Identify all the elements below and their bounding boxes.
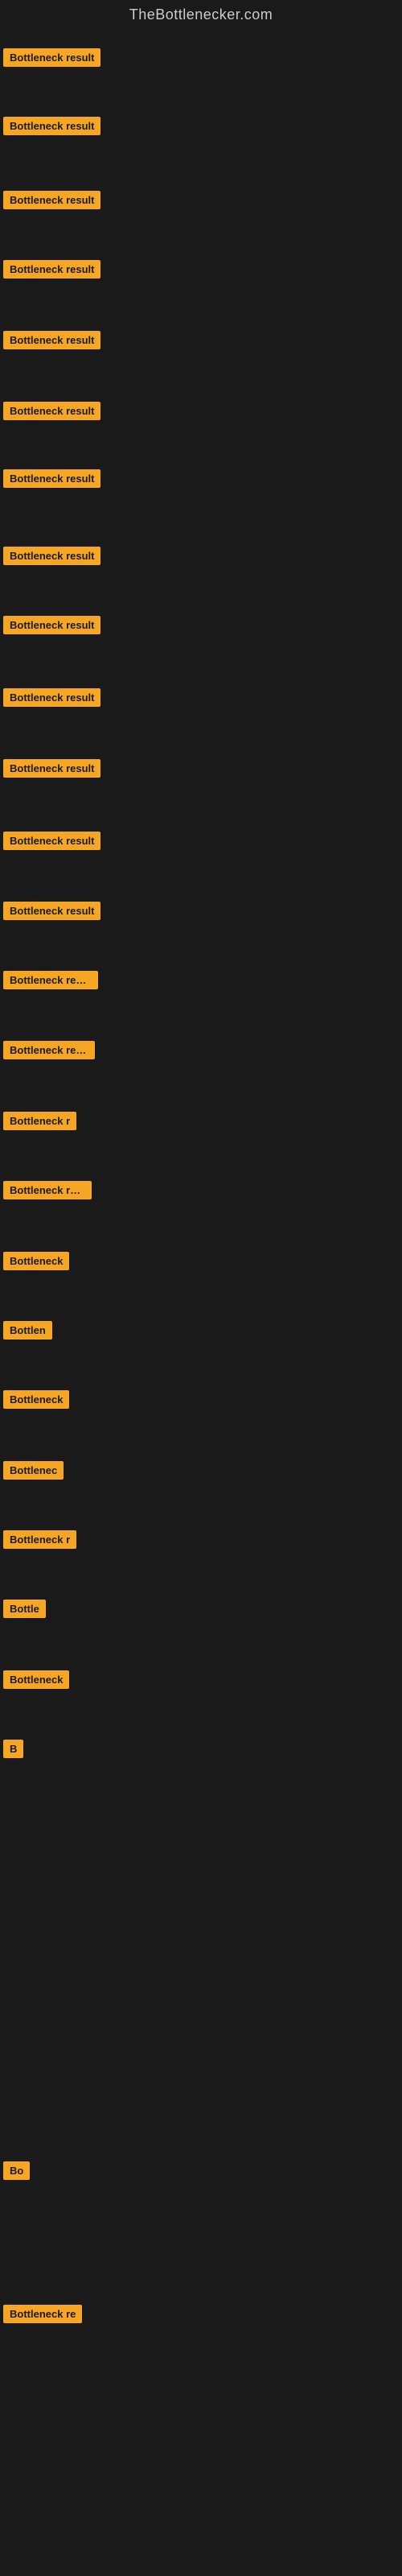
- bottleneck-item: Bottleneck: [3, 1252, 69, 1270]
- bottleneck-item: Bottleneck result: [3, 688, 100, 707]
- bottleneck-label: Bottleneck r: [3, 1530, 76, 1549]
- bottleneck-item: Bottleneck result: [3, 402, 100, 420]
- bottleneck-item: Bottleneck resul: [3, 1041, 95, 1059]
- bottleneck-item: Bottleneck r: [3, 1530, 76, 1549]
- bottleneck-label: Bottleneck result: [3, 191, 100, 209]
- bottleneck-item: Bottleneck result: [3, 759, 100, 778]
- bottleneck-item: Bottleneck result: [3, 469, 100, 488]
- bottleneck-label: Bottleneck result: [3, 688, 100, 707]
- bottleneck-label: Bottleneck result: [3, 832, 100, 850]
- bottleneck-label: Bottleneck result: [3, 117, 100, 135]
- bottleneck-label: Bottleneck result: [3, 902, 100, 920]
- bottleneck-item: B: [3, 1740, 23, 1758]
- bottleneck-label: Bottleneck result: [3, 331, 100, 349]
- bottleneck-label: Bottlenec: [3, 1461, 64, 1480]
- bottleneck-label: Bottleneck result: [3, 971, 98, 989]
- bottleneck-list: Bottleneck result Bottleneck result Bottle…: [0, 27, 402, 2562]
- bottleneck-item: Bottleneck result: [3, 616, 100, 634]
- bottleneck-label: Bottlen: [3, 1321, 52, 1340]
- bottleneck-label: Bottleneck resul: [3, 1041, 95, 1059]
- bottleneck-item: Bottleneck result: [3, 902, 100, 920]
- bottleneck-item: Bottleneck resu: [3, 1181, 92, 1199]
- bottleneck-item: Bottleneck re: [3, 2305, 82, 2323]
- bottleneck-item: Bottle: [3, 1600, 46, 1618]
- bottleneck-label: Bottleneck: [3, 1252, 69, 1270]
- bottleneck-item: Bo: [3, 2161, 30, 2180]
- bottleneck-item: Bottleneck: [3, 1670, 69, 1689]
- bottleneck-item: Bottlen: [3, 1321, 52, 1340]
- site-title-container: TheBottlenecker.com: [0, 0, 402, 27]
- bottleneck-item: Bottleneck result: [3, 117, 100, 135]
- bottleneck-label: Bottleneck result: [3, 260, 100, 279]
- bottleneck-label: Bottleneck result: [3, 402, 100, 420]
- bottleneck-item: Bottlenec: [3, 1461, 64, 1480]
- bottleneck-label: Bottleneck result: [3, 759, 100, 778]
- bottleneck-label: Bottleneck result: [3, 469, 100, 488]
- bottleneck-label: Bottleneck resu: [3, 1181, 92, 1199]
- bottleneck-item: Bottleneck result: [3, 191, 100, 209]
- bottleneck-item: Bottleneck result: [3, 260, 100, 279]
- bottleneck-item: Bottleneck r: [3, 1112, 76, 1130]
- bottleneck-label: Bottleneck result: [3, 547, 100, 565]
- bottleneck-label: Bottle: [3, 1600, 46, 1618]
- bottleneck-item: Bottleneck: [3, 1390, 69, 1409]
- bottleneck-label: Bottleneck r: [3, 1112, 76, 1130]
- bottleneck-label: Bo: [3, 2161, 30, 2180]
- bottleneck-label: Bottleneck: [3, 1670, 69, 1689]
- bottleneck-item: Bottleneck result: [3, 832, 100, 850]
- site-title: TheBottlenecker.com: [0, 0, 402, 27]
- bottleneck-label: Bottleneck result: [3, 616, 100, 634]
- bottleneck-label: Bottleneck re: [3, 2305, 82, 2323]
- bottleneck-label: Bottleneck: [3, 1390, 69, 1409]
- bottleneck-label: B: [3, 1740, 23, 1758]
- bottleneck-label: Bottleneck result: [3, 48, 100, 67]
- bottleneck-item: Bottleneck result: [3, 971, 98, 989]
- bottleneck-item: Bottleneck result: [3, 547, 100, 565]
- bottleneck-item: Bottleneck result: [3, 48, 100, 67]
- bottleneck-item: Bottleneck result: [3, 331, 100, 349]
